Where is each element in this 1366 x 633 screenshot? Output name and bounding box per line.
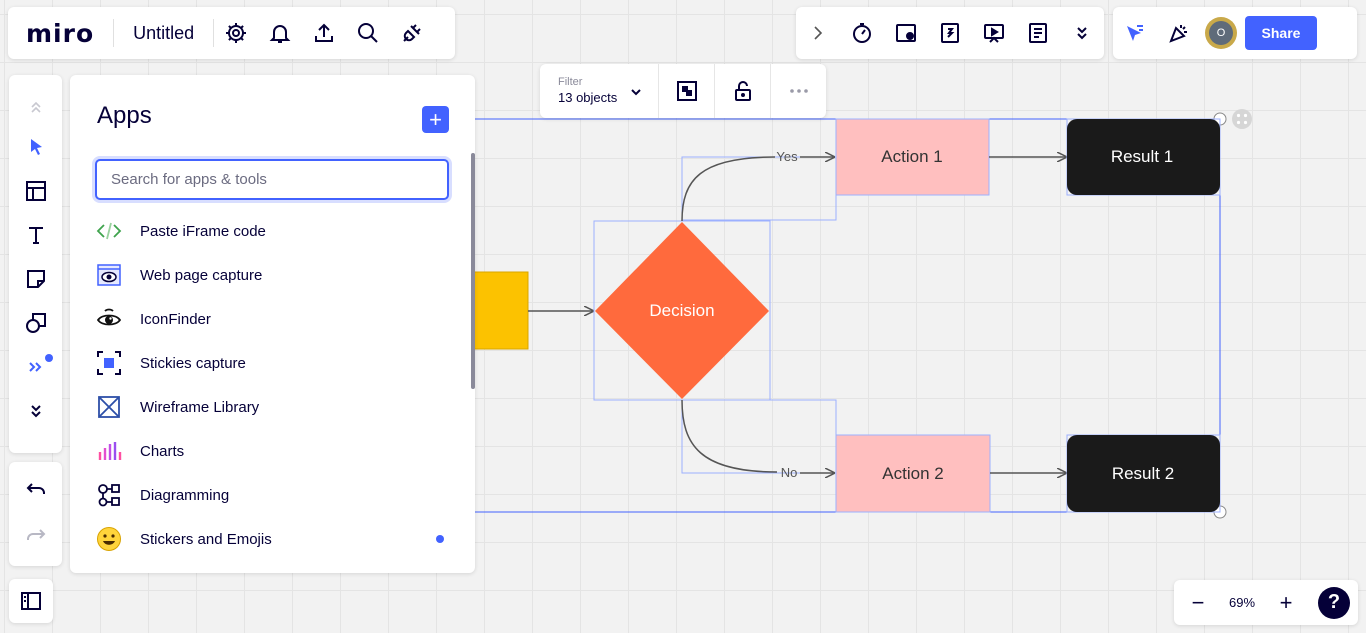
avatar-initial: O: [1209, 21, 1233, 45]
zoom-in-button[interactable]: +: [1262, 580, 1310, 625]
result-1-label: Result 1: [1111, 147, 1173, 166]
app-label: Web page capture: [140, 266, 263, 284]
chevron-double-down-icon[interactable]: [1060, 7, 1104, 59]
avatar[interactable]: O: [1205, 17, 1237, 49]
action-1-label: Action 1: [881, 147, 942, 166]
app-item-paste-iframe[interactable]: Paste iFrame code: [95, 209, 455, 253]
sidebar-toggle-icon: [21, 592, 41, 610]
frames-icon[interactable]: [928, 7, 972, 59]
app-item-stickers-emojis[interactable]: Stickers and Emojis: [95, 517, 455, 561]
help-button[interactable]: ?: [1318, 586, 1350, 619]
plug-icon[interactable]: [390, 7, 434, 59]
redo-icon[interactable]: [14, 515, 58, 559]
zoom-controls: − 69% + ?: [1174, 580, 1358, 625]
filter-value: 13 objects: [558, 90, 618, 105]
connector-yes[interactable]: [681, 156, 776, 222]
board-panel-toggle[interactable]: [9, 579, 53, 623]
webpage-eye-icon: [95, 261, 123, 289]
apps-search-input[interactable]: [95, 159, 449, 200]
text-icon[interactable]: [14, 213, 58, 257]
lock-icon[interactable]: [714, 64, 770, 118]
app-label: Wireframe Library: [140, 398, 260, 416]
more-options-icon[interactable]: [770, 64, 826, 118]
iconfinder-icon: [95, 305, 123, 333]
frame-select-icon[interactable]: [658, 64, 714, 118]
apps-scrollbar[interactable]: [471, 153, 475, 389]
app-item-web-page-capture[interactable]: Web page capture: [95, 253, 455, 297]
add-app-button[interactable]: +: [422, 106, 449, 133]
voting-icon[interactable]: [884, 7, 928, 59]
group-handle-icon[interactable]: [1232, 109, 1252, 129]
divider: [113, 19, 115, 47]
apps-panel-title: Apps: [97, 102, 152, 129]
top-right-tools: [796, 7, 1104, 59]
collaboration-bar: O Share: [1113, 7, 1357, 59]
no-label: No: [781, 465, 798, 480]
apps-list: Paste iFrame code Web page capture IconF…: [95, 209, 455, 561]
more-apps-icon[interactable]: [14, 345, 58, 389]
templates-icon[interactable]: [14, 169, 58, 213]
decision-label: Decision: [649, 301, 714, 320]
app-item-charts[interactable]: Charts: [95, 429, 455, 473]
collapse-up-icon[interactable]: [14, 89, 58, 125]
wireframe-icon: [95, 393, 123, 421]
sticky-note-icon[interactable]: [14, 257, 58, 301]
left-toolbar: [9, 75, 62, 453]
app-label: Stickers and Emojis: [140, 530, 272, 548]
chevron-right-icon[interactable]: [796, 7, 840, 59]
undo-icon[interactable]: [14, 469, 58, 513]
zoom-level[interactable]: 69%: [1222, 595, 1262, 610]
timer-icon[interactable]: [840, 7, 884, 59]
top-left-toolbar: miro Untitled: [8, 7, 455, 59]
charts-icon: [95, 437, 123, 465]
smiley-icon: [95, 525, 123, 553]
celebrate-icon[interactable]: [1157, 7, 1201, 59]
share-button[interactable]: Share: [1245, 16, 1317, 50]
chevron-down-icon: [631, 89, 641, 96]
shapes-icon[interactable]: [14, 301, 58, 345]
app-item-wireframe-library[interactable]: Wireframe Library: [95, 385, 455, 429]
diagramming-icon: [95, 481, 123, 509]
result-2-label: Result 2: [1112, 464, 1174, 483]
select-icon[interactable]: [14, 125, 58, 169]
undo-redo-bar: [9, 462, 62, 566]
app-label: Stickies capture: [140, 354, 246, 372]
upload-icon[interactable]: [302, 7, 346, 59]
code-icon: [95, 217, 123, 245]
miro-logo[interactable]: miro: [26, 19, 94, 48]
gear-icon[interactable]: [214, 7, 258, 59]
presentation-icon[interactable]: [972, 7, 1016, 59]
filter-dropdown[interactable]: Filter 13 objects: [540, 64, 658, 118]
app-item-stickies-capture[interactable]: Stickies capture: [95, 341, 455, 385]
stickies-capture-icon: [95, 349, 123, 377]
apps-panel: Apps + Paste iFrame code Web page captur…: [70, 75, 475, 573]
notification-dot: [44, 354, 53, 362]
action-2-label: Action 2: [882, 464, 943, 483]
app-label: IconFinder: [140, 310, 211, 328]
zoom-out-button[interactable]: −: [1174, 580, 1222, 625]
notes-icon[interactable]: [1016, 7, 1060, 59]
app-label: Charts: [140, 442, 185, 460]
yes-label: Yes: [776, 149, 798, 164]
chevron-double-down-icon[interactable]: [14, 389, 58, 433]
cursor-icon[interactable]: [1113, 7, 1157, 59]
bell-icon[interactable]: [258, 7, 302, 59]
app-item-diagramming[interactable]: Diagramming: [95, 473, 455, 517]
connector-no[interactable]: [681, 399, 778, 473]
selection-toolbar: Filter 13 objects: [540, 64, 826, 118]
board-title[interactable]: Untitled: [133, 23, 194, 44]
new-badge-dot: [436, 535, 444, 543]
app-label: Diagramming: [140, 486, 230, 504]
app-item-iconfinder[interactable]: IconFinder: [95, 297, 455, 341]
search-icon[interactable]: [346, 7, 390, 59]
filter-label: Filter: [558, 76, 583, 88]
app-label: Paste iFrame code: [140, 222, 266, 240]
